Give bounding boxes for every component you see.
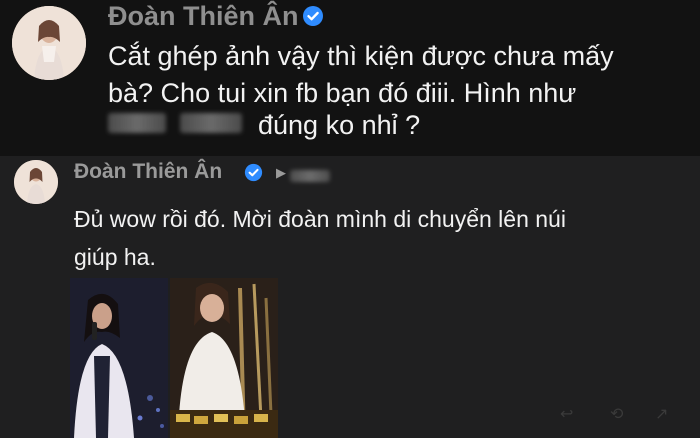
- photo-singer: [70, 278, 168, 438]
- photo-thumbnail[interactable]: [170, 278, 278, 438]
- repost-icon[interactable]: ⟲: [610, 404, 623, 424]
- top-post: Đoàn Thiên Ân Cắt ghép ảnh vậy thì kiện …: [0, 0, 700, 156]
- bottom-post: Đoàn Thiên Ân ▶ Đủ wow rồi đó. Mời đoàn …: [0, 156, 700, 438]
- redacted-chip: [290, 169, 330, 182]
- comment-line: Cắt ghép ảnh vậy thì kiện được chưa mấy: [108, 41, 614, 71]
- photo-thumbnail[interactable]: [70, 278, 168, 438]
- comment-line: giúp ha.: [74, 244, 156, 270]
- verified-badge-icon: [244, 163, 263, 182]
- redacted-meta: [290, 167, 330, 182]
- comment-line: Đủ wow rồi đó. Mời đoàn mình di chuyển l…: [74, 206, 566, 232]
- verified-badge-icon: [303, 6, 323, 26]
- comment-text: Đủ wow rồi đó. Mời đoàn mình di chuyển l…: [74, 200, 694, 276]
- avatar-portrait: [12, 6, 86, 80]
- photo-performer: [170, 278, 278, 438]
- comment-line: bà? Cho tui xin fb bạn đó điii. Hình như: [108, 78, 577, 108]
- comment-tail: đúng ko nhỉ ?: [258, 110, 421, 140]
- avatar-portrait: [14, 160, 58, 204]
- username[interactable]: Đoàn Thiên Ân: [108, 1, 299, 32]
- reply-icon[interactable]: ↩: [560, 404, 573, 424]
- redacted-chip: [108, 113, 166, 133]
- share-icon[interactable]: ↗: [655, 404, 668, 424]
- username[interactable]: Đoàn Thiên Ân: [74, 160, 222, 184]
- avatar[interactable]: [12, 6, 86, 80]
- play-icon: ▶: [276, 165, 286, 180]
- redacted-chip: [180, 113, 242, 133]
- redacted-name: [108, 113, 258, 139]
- avatar[interactable]: [14, 160, 58, 204]
- comment-text: Cắt ghép ảnh vậy thì kiện được chưa mấy …: [108, 38, 693, 112]
